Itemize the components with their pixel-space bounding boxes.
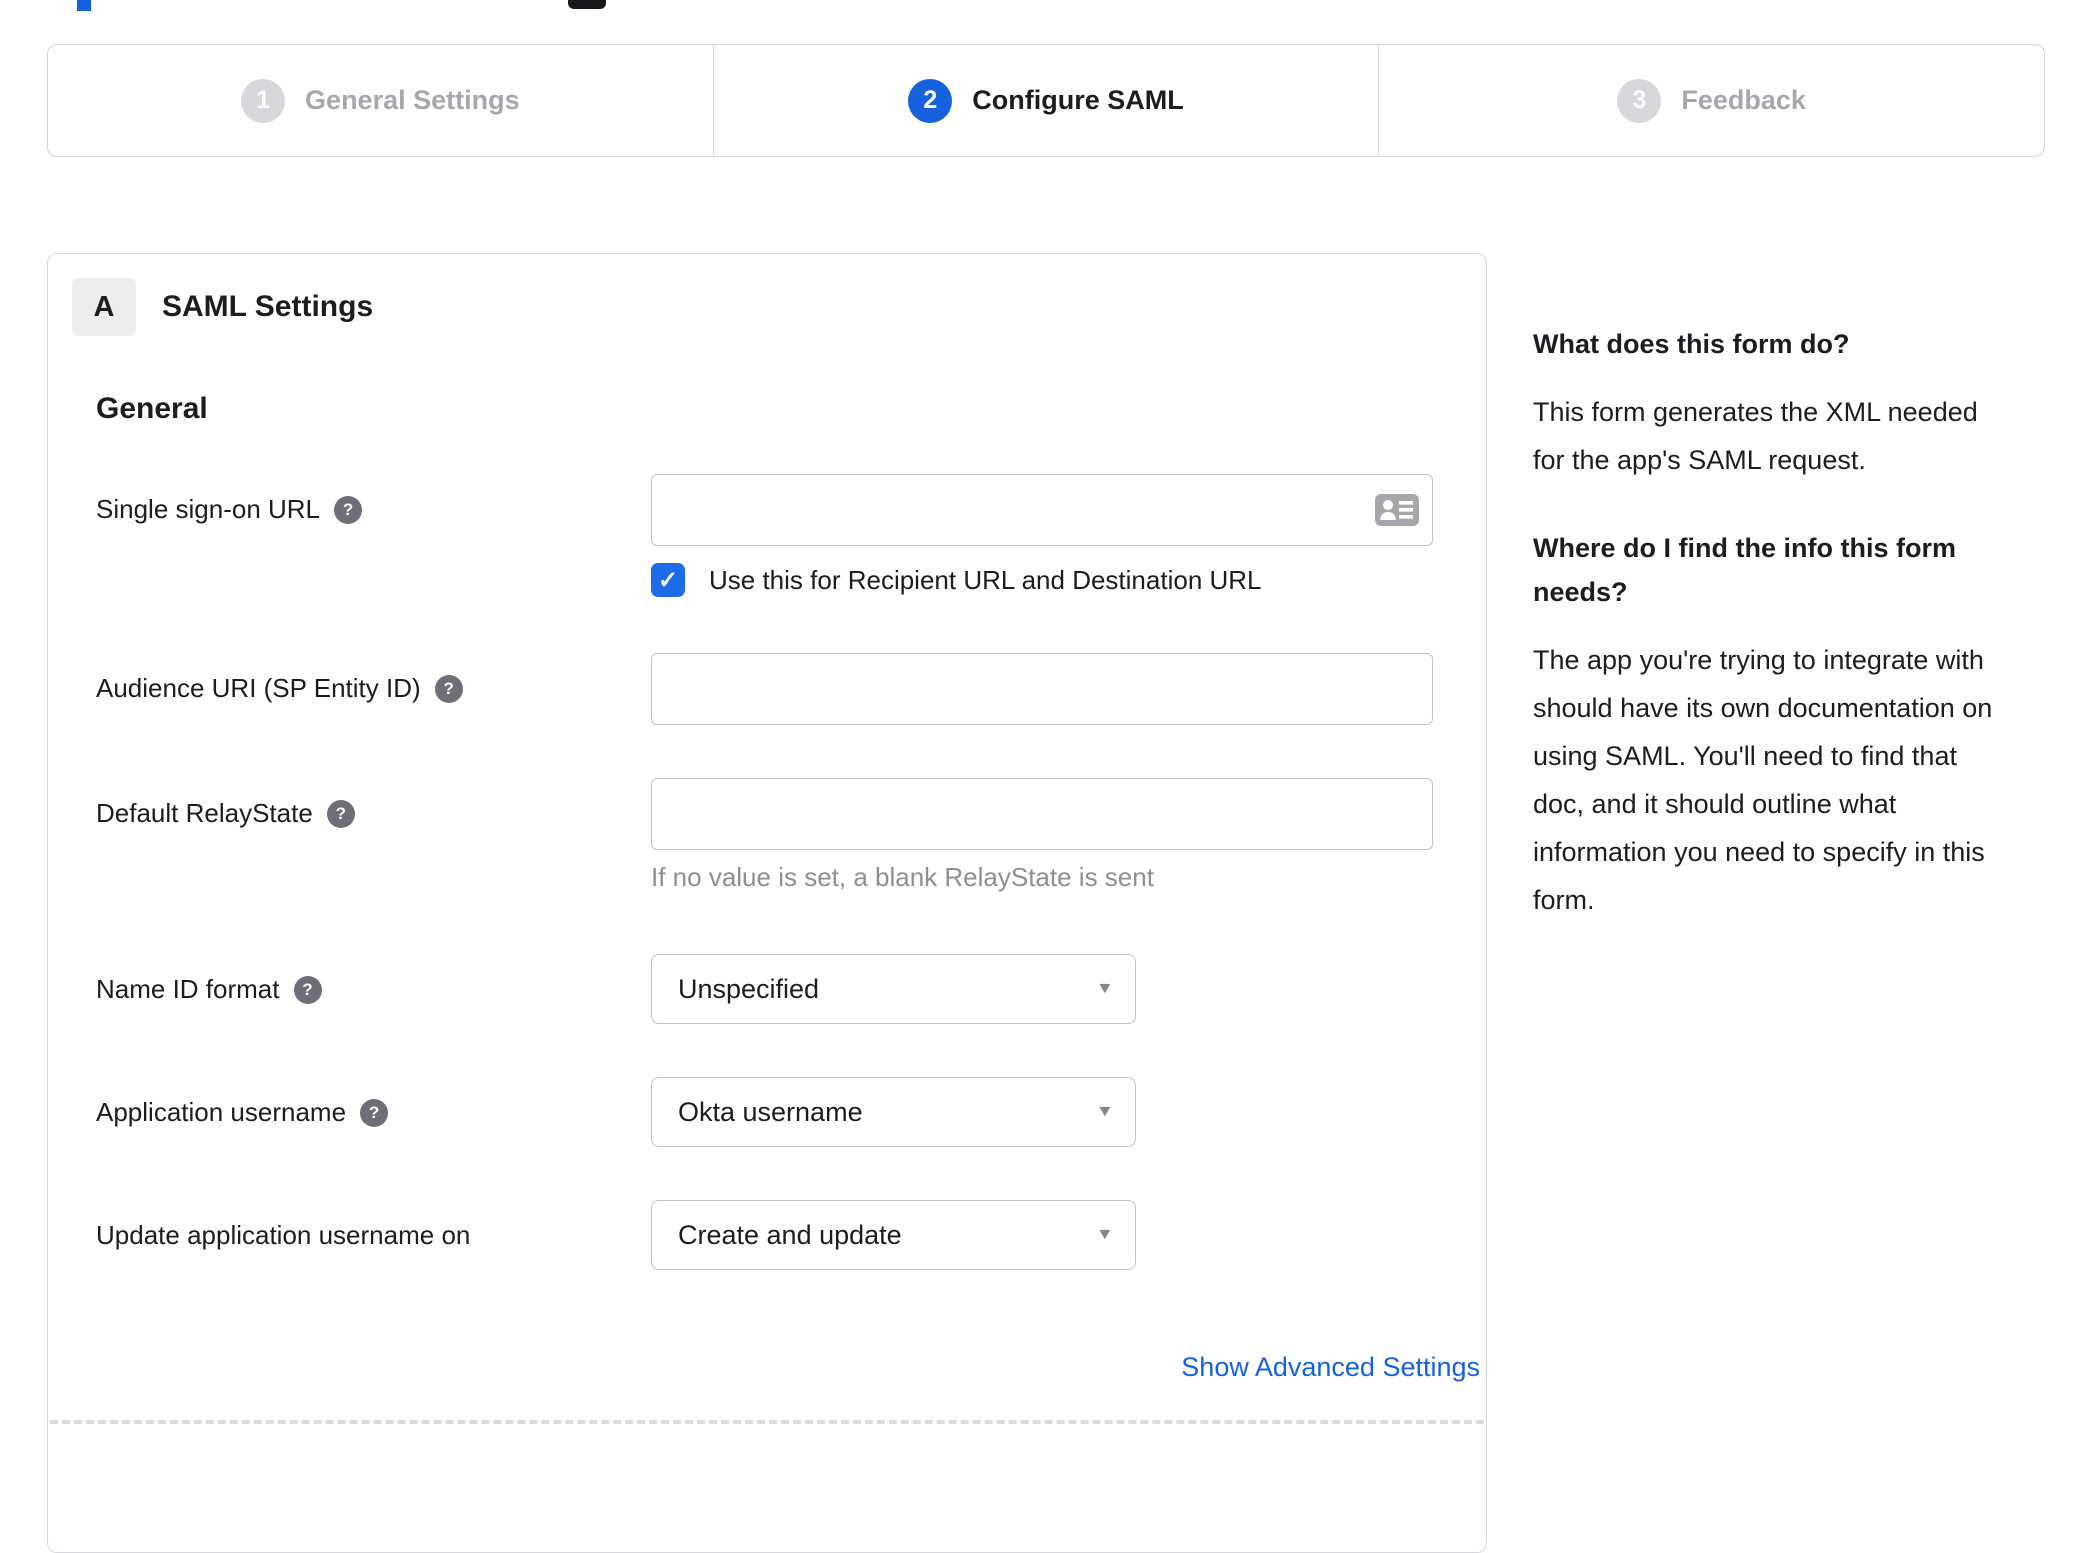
- nameid-help-icon[interactable]: ?: [293, 976, 322, 1004]
- section-a-badge: A: [72, 278, 136, 336]
- sso-label: Single sign-on URL: [96, 494, 321, 524]
- recipient-url-checkbox-label: Use this for Recipient URL and Destinati…: [709, 564, 1262, 595]
- appusername-label: Application username: [96, 1097, 347, 1127]
- section-header: A SAML Settings: [72, 278, 1486, 336]
- relaystate-help-icon[interactable]: ?: [326, 800, 355, 828]
- sso-checkbox-row: ✓ Use this for Recipient URL and Destina…: [651, 560, 1437, 600]
- audience-label-cell: Audience URI (SP Entity ID) ?: [96, 653, 651, 725]
- recipient-url-checkbox[interactable]: ✓: [651, 563, 685, 597]
- step-general-settings[interactable]: 1 General Settings: [48, 45, 713, 156]
- sso-label-cell: Single sign-on URL ?: [96, 474, 651, 600]
- section-title: SAML Settings: [162, 290, 374, 323]
- chevron-down-icon: ▼: [1095, 980, 1115, 997]
- appusername-control-cell: Okta username ▼: [651, 1077, 1437, 1147]
- updateusername-control-cell: Create and update ▼: [651, 1200, 1437, 1270]
- updateusername-select[interactable]: Create and update ▼: [651, 1200, 1136, 1270]
- nameid-control-cell: Unspecified ▼: [651, 954, 1437, 1024]
- sso-url-input[interactable]: [651, 474, 1433, 546]
- field-row-appusername: Application username ? Okta username ▼: [96, 1077, 1486, 1147]
- audience-label: Audience URI (SP Entity ID): [96, 673, 421, 703]
- contact-card-icon[interactable]: [1375, 494, 1419, 526]
- saml-form: Single sign-on URL ? ✓ Use this for Reci…: [96, 474, 1486, 1383]
- step-1-label: General Settings: [305, 85, 520, 115]
- show-advanced-settings-link[interactable]: Show Advanced Settings: [1181, 1352, 1480, 1382]
- help-paragraph-where: The app you're trying to integrate with …: [1533, 645, 1993, 915]
- appusername-label-cell: Application username ?: [96, 1077, 651, 1147]
- saml-settings-panel: A SAML Settings General Single sign-on U…: [47, 253, 1487, 1553]
- help-heading-where: Where do I find the info this form needs…: [1533, 533, 1956, 607]
- relaystate-hint: If no value is set, a blank RelayState i…: [651, 862, 1154, 892]
- section-dashed-divider: [50, 1420, 1484, 1424]
- header-fragment-blue: [77, 0, 91, 11]
- appusername-help-icon[interactable]: ?: [360, 1099, 389, 1127]
- nameid-select[interactable]: Unspecified ▼: [651, 954, 1136, 1024]
- header-fragment-dark: [568, 0, 606, 9]
- step-feedback[interactable]: 3 Feedback: [1378, 45, 2044, 156]
- field-row-nameid: Name ID format ? Unspecified ▼: [96, 954, 1486, 1024]
- field-row-audience: Audience URI (SP Entity ID) ?: [96, 653, 1486, 725]
- field-row-updateusername: Update application username on Create an…: [96, 1200, 1486, 1270]
- step-1-number-badge: 1: [241, 78, 286, 123]
- step-2-label: Configure SAML: [972, 85, 1184, 115]
- group-title-general: General: [96, 392, 208, 425]
- wizard-stepper: 1 General Settings 2 Configure SAML 3 Fe…: [47, 44, 2045, 157]
- step-configure-saml[interactable]: 2 Configure SAML: [712, 45, 1379, 156]
- audience-uri-input[interactable]: [651, 653, 1433, 725]
- updateusername-label-cell: Update application username on: [96, 1200, 651, 1270]
- chevron-down-icon: ▼: [1095, 1226, 1115, 1243]
- advanced-settings-row: Show Advanced Settings: [96, 1352, 1480, 1383]
- appusername-select-value: Okta username: [678, 1096, 863, 1127]
- updateusername-label: Update application username on: [96, 1220, 471, 1250]
- updateusername-select-value: Create and update: [678, 1219, 902, 1250]
- relaystate-label-cell: Default RelayState ?: [96, 778, 651, 893]
- chevron-down-icon: ▼: [1095, 1103, 1115, 1120]
- step-3-label: Feedback: [1681, 85, 1806, 115]
- nameid-label: Name ID format: [96, 974, 280, 1004]
- step-3-number-badge: 3: [1617, 78, 1662, 123]
- help-sidebar: What does this form do? This form genera…: [1533, 322, 2011, 966]
- help-heading-what: What does this form do?: [1533, 329, 1850, 359]
- sso-help-icon[interactable]: ?: [334, 496, 363, 524]
- audience-help-icon[interactable]: ?: [434, 675, 463, 703]
- nameid-label-cell: Name ID format ?: [96, 954, 651, 1024]
- sso-control-cell: ✓ Use this for Recipient URL and Destina…: [651, 474, 1437, 600]
- appusername-select[interactable]: Okta username ▼: [651, 1077, 1136, 1147]
- audience-control-cell: [651, 653, 1437, 725]
- field-row-sso: Single sign-on URL ? ✓ Use this for Reci…: [96, 474, 1486, 600]
- field-row-relaystate: Default RelayState ? If no value is set,…: [96, 778, 1486, 893]
- relaystate-label: Default RelayState: [96, 798, 313, 828]
- relaystate-control-cell: If no value is set, a blank RelayState i…: [651, 778, 1437, 893]
- relaystate-input[interactable]: [651, 778, 1433, 850]
- step-2-number-badge: 2: [908, 78, 953, 123]
- help-paragraph-what: This form generates the XML needed for t…: [1533, 397, 1978, 475]
- nameid-select-value: Unspecified: [678, 973, 820, 1004]
